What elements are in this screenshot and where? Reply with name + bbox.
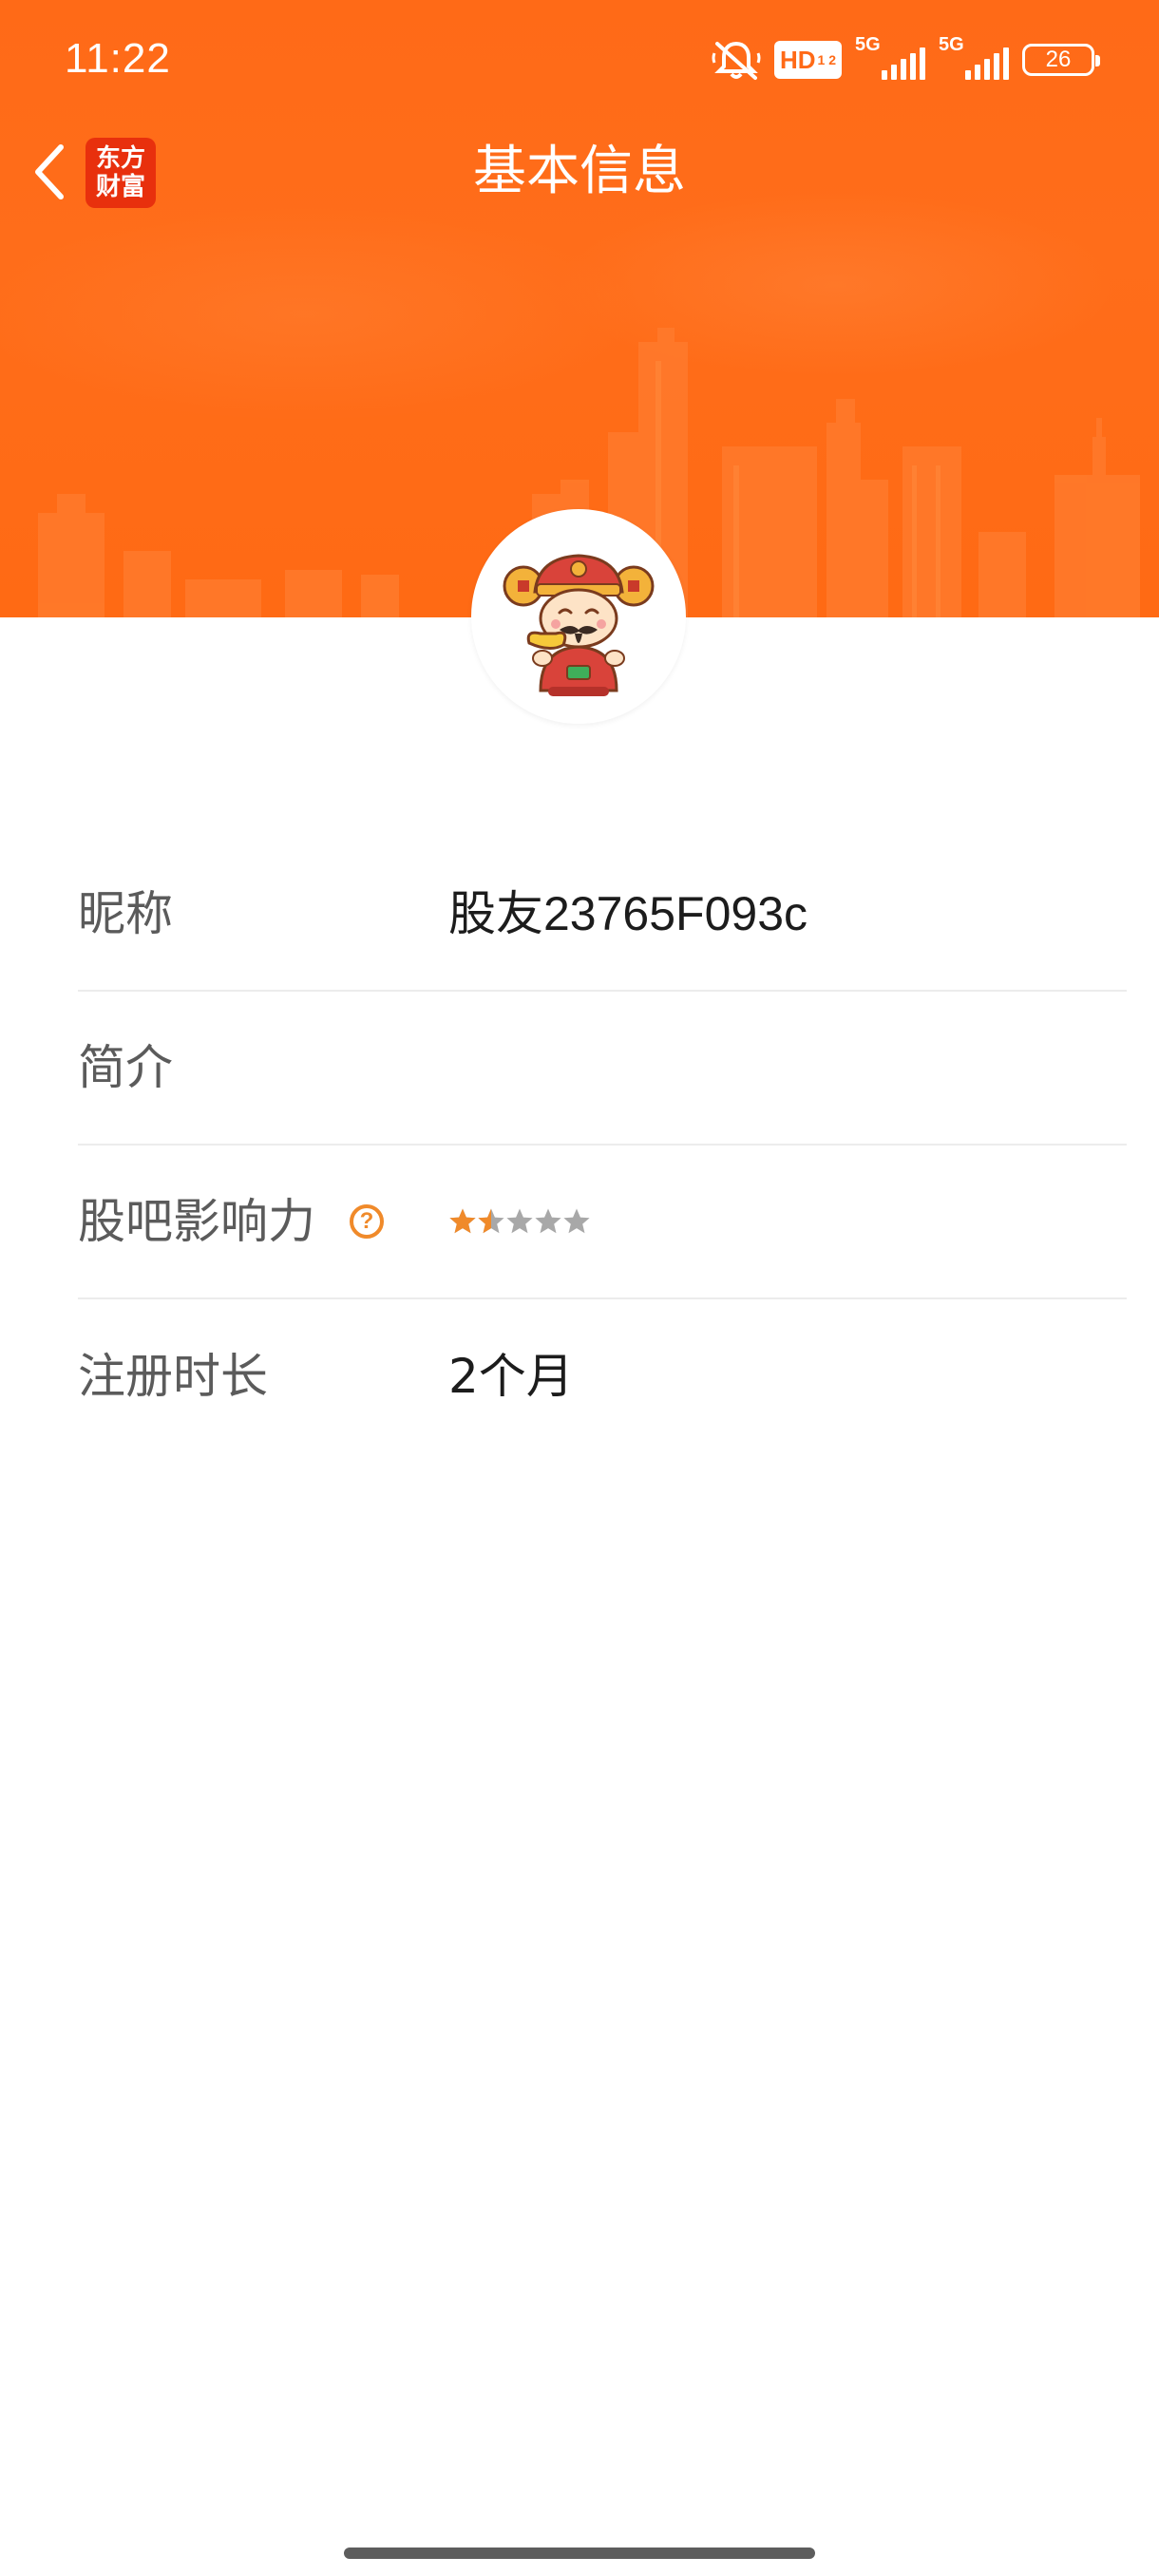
star-empty-icon	[534, 1207, 562, 1236]
star-empty-icon	[562, 1207, 591, 1236]
signal-5g-2: 5G	[939, 34, 1009, 84]
question-circle-icon[interactable]: ?	[350, 1204, 384, 1239]
registered-value: 2个月	[448, 1349, 574, 1404]
signal-bars-icon	[965, 47, 1009, 80]
hd-sub: 1 2	[817, 52, 836, 67]
influence-label: 股吧影响力	[78, 1194, 315, 1249]
signal-5g-1-label: 5G	[855, 34, 881, 55]
avatar[interactable]	[471, 509, 686, 724]
signal-bars-icon	[882, 47, 925, 80]
nickname-value: 股友23765F093c	[448, 887, 808, 940]
star-empty-icon	[505, 1207, 534, 1236]
influence-rating-stars	[448, 1203, 591, 1241]
nickname-label: 昵称	[78, 886, 173, 941]
info-list: 昵称 股友23765F093c 简介 股吧影响力 ? 注册时长 2个月	[78, 838, 1127, 1453]
registered-row: 注册时长 2个月	[78, 1299, 1127, 1453]
influence-row: 股吧影响力 ?	[78, 1146, 1127, 1299]
status-time: 11:22	[65, 35, 171, 82]
nickname-row[interactable]: 昵称 股友23765F093c	[78, 838, 1127, 992]
bio-label: 简介	[78, 1040, 173, 1095]
star-half-icon	[477, 1207, 505, 1236]
battery-level: 26	[1045, 47, 1072, 72]
star-filled-icon	[448, 1207, 477, 1236]
status-bar: 11:22 HD 1 2 5G 5G 26	[0, 0, 1159, 114]
bio-row[interactable]: 简介	[78, 992, 1127, 1146]
signal-5g-2-label: 5G	[939, 34, 964, 55]
registered-label: 注册时长	[78, 1349, 268, 1404]
hd-voice-badge: HD 1 2	[773, 41, 842, 79]
signal-5g-1: 5G	[855, 34, 925, 84]
profile-basic-info-page: 11:22 HD 1 2 5G 5G 26 东方 财富 基本信息 昵称 股友23…	[0, 0, 1159, 2576]
god-of-wealth-avatar-icon	[503, 554, 655, 696]
battery-icon: 26	[1022, 44, 1100, 76]
bell-slash-icon	[712, 41, 761, 80]
page-title: 基本信息	[473, 141, 686, 202]
home-indicator[interactable]	[344, 2548, 815, 2559]
status-icons: HD 1 2 5G 5G 26	[712, 34, 1100, 84]
hd-label: HD	[779, 46, 816, 74]
